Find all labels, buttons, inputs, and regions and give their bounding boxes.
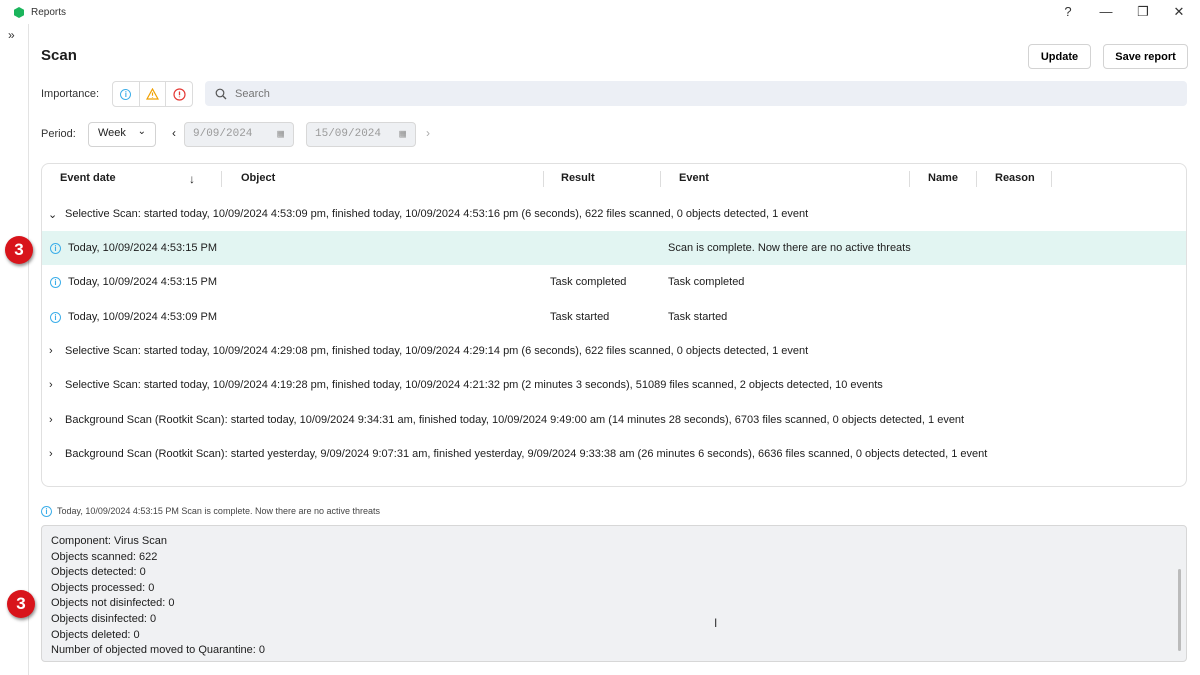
chevron-right-icon: › bbox=[49, 345, 53, 357]
event-date: Today, 10/09/2024 4:53:09 PM bbox=[68, 311, 218, 323]
detail-line: Objects processed: 0 bbox=[51, 581, 155, 594]
search-input[interactable] bbox=[235, 87, 1135, 100]
importance-label: Importance: bbox=[41, 88, 100, 100]
restore-button[interactable]: ❐ bbox=[1133, 4, 1153, 20]
group-row[interactable]: › Background Scan (Rootkit Scan): started… bbox=[42, 403, 1186, 437]
period-select[interactable]: Week ⌄ bbox=[88, 122, 156, 147]
details-summary: i Today, 10/09/2024 4:53:15 PM Scan is co… bbox=[41, 506, 380, 517]
period-label: Period: bbox=[41, 128, 76, 140]
group-row[interactable]: › Selective Scan: started today, 10/09/20… bbox=[42, 334, 1186, 368]
info-icon: i bbox=[120, 88, 132, 100]
column-divider[interactable] bbox=[221, 171, 222, 187]
detail-line: Objects detected: 0 bbox=[51, 566, 146, 579]
expand-sidebar-icon[interactable]: » bbox=[8, 28, 15, 42]
sidebar bbox=[0, 24, 29, 675]
group-row[interactable]: › Selective Scan: started today, 10/09/20… bbox=[42, 368, 1186, 402]
warning-filter-toggle[interactable] bbox=[140, 82, 167, 106]
annotation-badge: 3 bbox=[5, 236, 33, 264]
detail-line: Objects scanned: 622 bbox=[51, 550, 158, 563]
previous-period-button[interactable]: ‹ bbox=[172, 126, 176, 140]
column-reason[interactable]: Reason bbox=[995, 172, 1035, 184]
event-date: Today, 10/09/2024 4:53:15 PM bbox=[68, 276, 218, 288]
group-row[interactable]: ⌄ Selective Scan: started today, 10/09/20… bbox=[42, 197, 1186, 231]
info-icon: i bbox=[50, 243, 61, 254]
table-row[interactable]: i Today, 10/09/2024 4:53:15 PM Scan is com… bbox=[42, 231, 1186, 265]
date-to-input[interactable]: 15/09/2024 ▦ bbox=[306, 122, 416, 147]
next-period-button[interactable]: › bbox=[426, 126, 430, 140]
text-cursor-icon: I bbox=[714, 616, 718, 630]
annotation-badge: 3 bbox=[7, 590, 35, 618]
detail-line: Component: Virus Scan bbox=[51, 535, 167, 547]
detail-line: Objects not disinfected: 0 bbox=[51, 597, 175, 610]
event-text: Scan is complete. Now there are no activ… bbox=[668, 242, 911, 254]
event-text: Task started bbox=[668, 311, 728, 323]
event-result: Task started bbox=[550, 311, 610, 323]
event-date: Today, 10/09/2024 4:53:15 PM bbox=[68, 242, 218, 254]
app-logo-icon bbox=[14, 7, 24, 18]
date-from-input[interactable]: 9/09/2024 ▦ bbox=[184, 122, 294, 147]
column-divider[interactable] bbox=[1051, 171, 1052, 187]
period-value: Week bbox=[98, 127, 126, 139]
chevron-right-icon: › bbox=[49, 414, 53, 426]
column-divider[interactable] bbox=[909, 171, 910, 187]
date-from-value: 9/09/2024 bbox=[193, 128, 253, 140]
details-panel[interactable]: Component: Virus Scan Objects scanned: 6… bbox=[41, 525, 1187, 662]
details-scrollbar[interactable] bbox=[1178, 569, 1181, 651]
group-summary: Selective Scan: started today, 10/09/202… bbox=[65, 379, 883, 391]
info-filter-toggle[interactable]: i bbox=[113, 82, 140, 106]
column-divider[interactable] bbox=[543, 171, 544, 187]
update-button[interactable]: Update bbox=[1028, 44, 1091, 69]
group-summary: Background Scan (Rootkit Scan): started … bbox=[65, 448, 988, 460]
calendar-icon: ▦ bbox=[277, 129, 284, 141]
column-event-date[interactable]: Event date bbox=[60, 172, 116, 184]
critical-icon bbox=[173, 87, 186, 101]
column-name[interactable]: Name bbox=[928, 172, 958, 184]
chevron-right-icon: › bbox=[49, 379, 53, 391]
group-summary: Selective Scan: started today, 10/09/202… bbox=[65, 345, 809, 357]
info-icon: i bbox=[50, 277, 61, 288]
group-summary: Selective Scan: started today, 10/09/202… bbox=[65, 208, 809, 220]
title-bar: Reports ? — ❐ ✕ bbox=[0, 0, 1200, 24]
search-icon bbox=[215, 88, 227, 99]
detail-line: Objects deleted: 0 bbox=[51, 628, 140, 641]
help-button[interactable]: ? bbox=[1058, 4, 1078, 20]
info-icon: i bbox=[41, 506, 52, 517]
group-row[interactable]: › Background Scan (Rootkit Scan): started… bbox=[42, 437, 1186, 471]
group-summary: Background Scan (Rootkit Scan): started … bbox=[65, 414, 965, 426]
info-icon: i bbox=[50, 312, 61, 323]
warning-icon bbox=[146, 88, 159, 100]
detail-line: Number of objected moved to Quarantine: … bbox=[51, 644, 266, 657]
column-divider[interactable] bbox=[976, 171, 977, 187]
chevron-right-icon: › bbox=[49, 448, 53, 460]
event-result: Task completed bbox=[550, 276, 627, 288]
critical-filter-toggle[interactable] bbox=[166, 82, 192, 106]
search-box bbox=[205, 81, 1187, 106]
close-button[interactable]: ✕ bbox=[1169, 4, 1189, 20]
details-summary-text: Today, 10/09/2024 4:53:15 PM Scan is com… bbox=[57, 506, 381, 516]
chevron-down-icon: ⌄ bbox=[48, 209, 58, 221]
save-report-button[interactable]: Save report bbox=[1103, 44, 1188, 69]
detail-line: Objects disinfected: 0 bbox=[51, 612, 157, 625]
table-row[interactable]: i Today, 10/09/2024 4:53:09 PM Task starte… bbox=[42, 300, 1186, 334]
page-title: Scan bbox=[41, 47, 77, 64]
table-row[interactable]: i Today, 10/09/2024 4:53:15 PM Task comple… bbox=[42, 265, 1186, 299]
column-event[interactable]: Event bbox=[679, 172, 709, 184]
minimize-button[interactable]: — bbox=[1096, 4, 1116, 20]
chevron-down-icon: ⌄ bbox=[137, 126, 146, 137]
importance-filter: i bbox=[112, 81, 193, 107]
column-result[interactable]: Result bbox=[561, 172, 595, 184]
date-to-value: 15/09/2024 bbox=[315, 128, 382, 140]
app-title: Reports bbox=[31, 7, 67, 18]
sort-descending-icon[interactable]: ↓ bbox=[189, 172, 195, 186]
column-divider[interactable] bbox=[660, 171, 661, 187]
calendar-icon: ▦ bbox=[399, 129, 406, 141]
event-text: Task completed bbox=[668, 276, 745, 288]
column-object[interactable]: Object bbox=[241, 172, 275, 184]
